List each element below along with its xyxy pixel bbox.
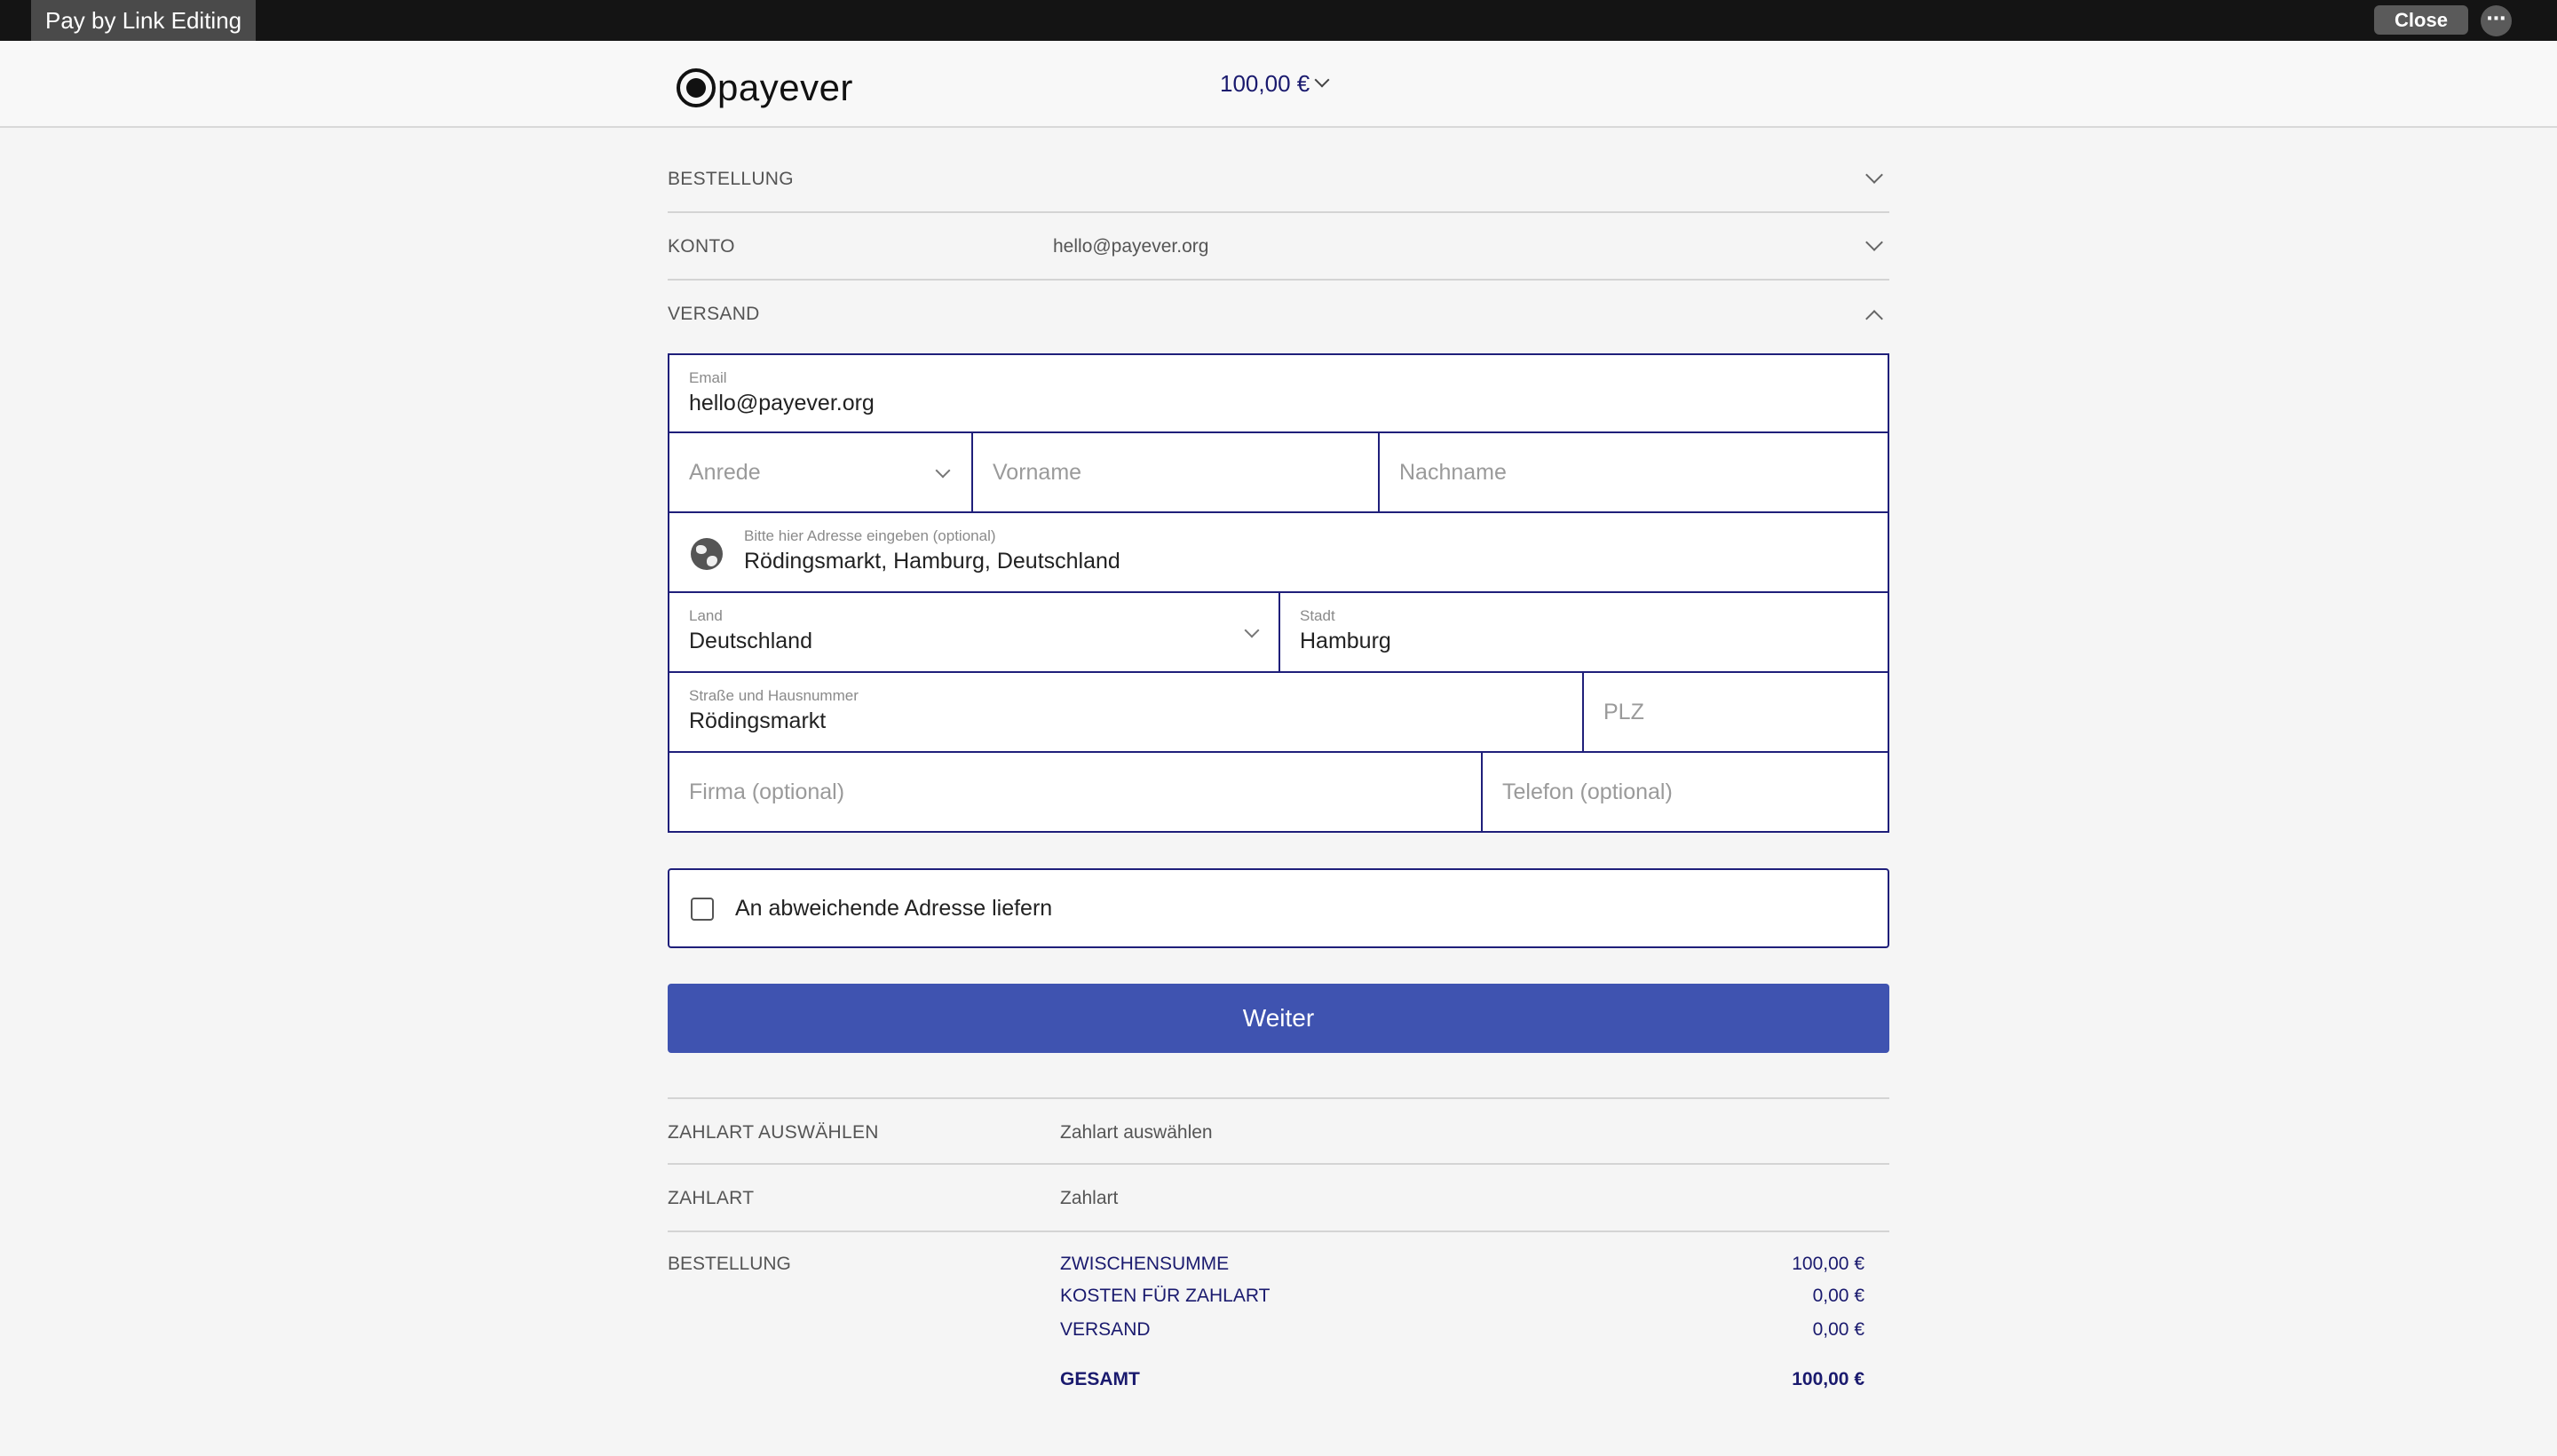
window-titlebar: Pay by Link Editing Close ⋯ <box>0 0 2557 41</box>
chevron-down-icon <box>1865 233 1883 251</box>
section-value: Zahlart <box>1060 1188 1119 1208</box>
section-zahlart-auswaehlen[interactable]: ZAHLART AUSWÄHLEN Zahlart auswählen <box>668 1097 1889 1165</box>
different-address-option[interactable]: An abweichende Adresse liefern <box>668 868 1889 948</box>
shipping-form: Email hello@payever.org Anrede Vorname N… <box>668 353 1889 833</box>
email-field[interactable]: Email hello@payever.org <box>669 355 1888 433</box>
plz-placeholder: PLZ <box>1603 700 1644 724</box>
firma-placeholder: Firma (optional) <box>689 779 845 804</box>
summary-total-value: 100,00 € <box>1792 1369 1864 1389</box>
chevron-down-icon <box>935 463 951 479</box>
summary-line-name: ZWISCHENSUMME <box>1060 1254 1230 1274</box>
section-konto[interactable]: KONTO hello@payever.org <box>668 213 1889 281</box>
konto-email: hello@payever.org <box>1053 236 1209 257</box>
section-versand[interactable]: VERSAND <box>668 281 1889 348</box>
payever-logo: payever <box>677 67 853 108</box>
logo-text: payever <box>717 67 853 108</box>
section-label: BESTELLUNG <box>668 169 794 189</box>
address-search-field[interactable]: Bitte hier Adresse eingeben (optional) R… <box>669 513 1888 593</box>
email-value: hello@payever.org <box>689 391 875 415</box>
address-label: Bitte hier Adresse eingeben (optional) <box>744 527 996 544</box>
stadt-field[interactable]: Stadt Hamburg <box>1280 593 1888 673</box>
different-address-label: An abweichende Adresse liefern <box>735 896 1053 921</box>
section-label: ZAHLART AUSWÄHLEN <box>668 1122 879 1143</box>
chevron-down-icon <box>1314 72 1330 88</box>
firma-field[interactable]: Firma (optional) <box>669 753 1483 831</box>
amount-value: 100,00 € <box>1220 70 1310 97</box>
email-label: Email <box>689 369 727 386</box>
anrede-select[interactable]: Anrede <box>669 433 973 513</box>
logo-mark-icon <box>677 68 716 107</box>
address-value: Rödingsmarkt, Hamburg, Deutschland <box>744 549 1120 574</box>
summary-line-name: KOSTEN FÜR ZAHLART <box>1060 1286 1271 1306</box>
strasse-value: Rödingsmarkt <box>689 708 827 733</box>
chevron-up-icon <box>1865 310 1883 328</box>
summary-line-name: VERSAND <box>1060 1319 1151 1340</box>
section-zahlart[interactable]: ZAHLART Zahlart <box>668 1165 1889 1232</box>
section-bestellung[interactable]: BESTELLUNG <box>668 146 1889 213</box>
stadt-label: Stadt <box>1300 607 1335 624</box>
summary-label: BESTELLUNG <box>668 1254 791 1274</box>
summary-line-value: 0,00 € <box>1812 1319 1864 1340</box>
chevron-down-icon <box>1865 166 1883 184</box>
strasse-field[interactable]: Straße und Hausnummer Rödingsmarkt <box>669 673 1584 753</box>
plz-field[interactable]: PLZ <box>1584 673 1888 753</box>
close-button[interactable]: Close <box>2374 5 2468 35</box>
telefon-field[interactable]: Telefon (optional) <box>1483 753 1888 831</box>
chevron-down-icon <box>1244 622 1260 638</box>
summary-line-value: 0,00 € <box>1812 1286 1864 1306</box>
globe-icon <box>691 538 723 570</box>
checkout-header: payever 100,00 € <box>0 41 2557 128</box>
nachname-field[interactable]: Nachname <box>1380 433 1888 513</box>
nachname-placeholder: Nachname <box>1399 460 1507 485</box>
land-label: Land <box>689 607 723 624</box>
window-title: Pay by Link Editing <box>31 0 257 41</box>
section-value: Zahlart auswählen <box>1060 1122 1213 1143</box>
amount-dropdown[interactable]: 100,00 € <box>1220 66 1330 101</box>
anrede-placeholder: Anrede <box>689 460 761 485</box>
weiter-button[interactable]: Weiter <box>668 984 1889 1053</box>
summary-line-value: 100,00 € <box>1792 1254 1864 1274</box>
section-label: VERSAND <box>668 304 760 324</box>
vorname-field[interactable]: Vorname <box>973 433 1380 513</box>
land-value: Deutschland <box>689 629 812 653</box>
strasse-label: Straße und Hausnummer <box>689 687 859 704</box>
vorname-placeholder: Vorname <box>993 460 1082 485</box>
more-options-icon[interactable]: ⋯ <box>2481 5 2512 36</box>
different-address-checkbox[interactable] <box>691 898 714 921</box>
stadt-value: Hamburg <box>1300 629 1391 653</box>
summary-total-name: GESAMT <box>1060 1369 1140 1389</box>
telefon-placeholder: Telefon (optional) <box>1502 779 1673 804</box>
section-label: ZAHLART <box>668 1188 755 1208</box>
section-label: KONTO <box>668 236 735 257</box>
land-select[interactable]: Land Deutschland <box>669 593 1280 673</box>
